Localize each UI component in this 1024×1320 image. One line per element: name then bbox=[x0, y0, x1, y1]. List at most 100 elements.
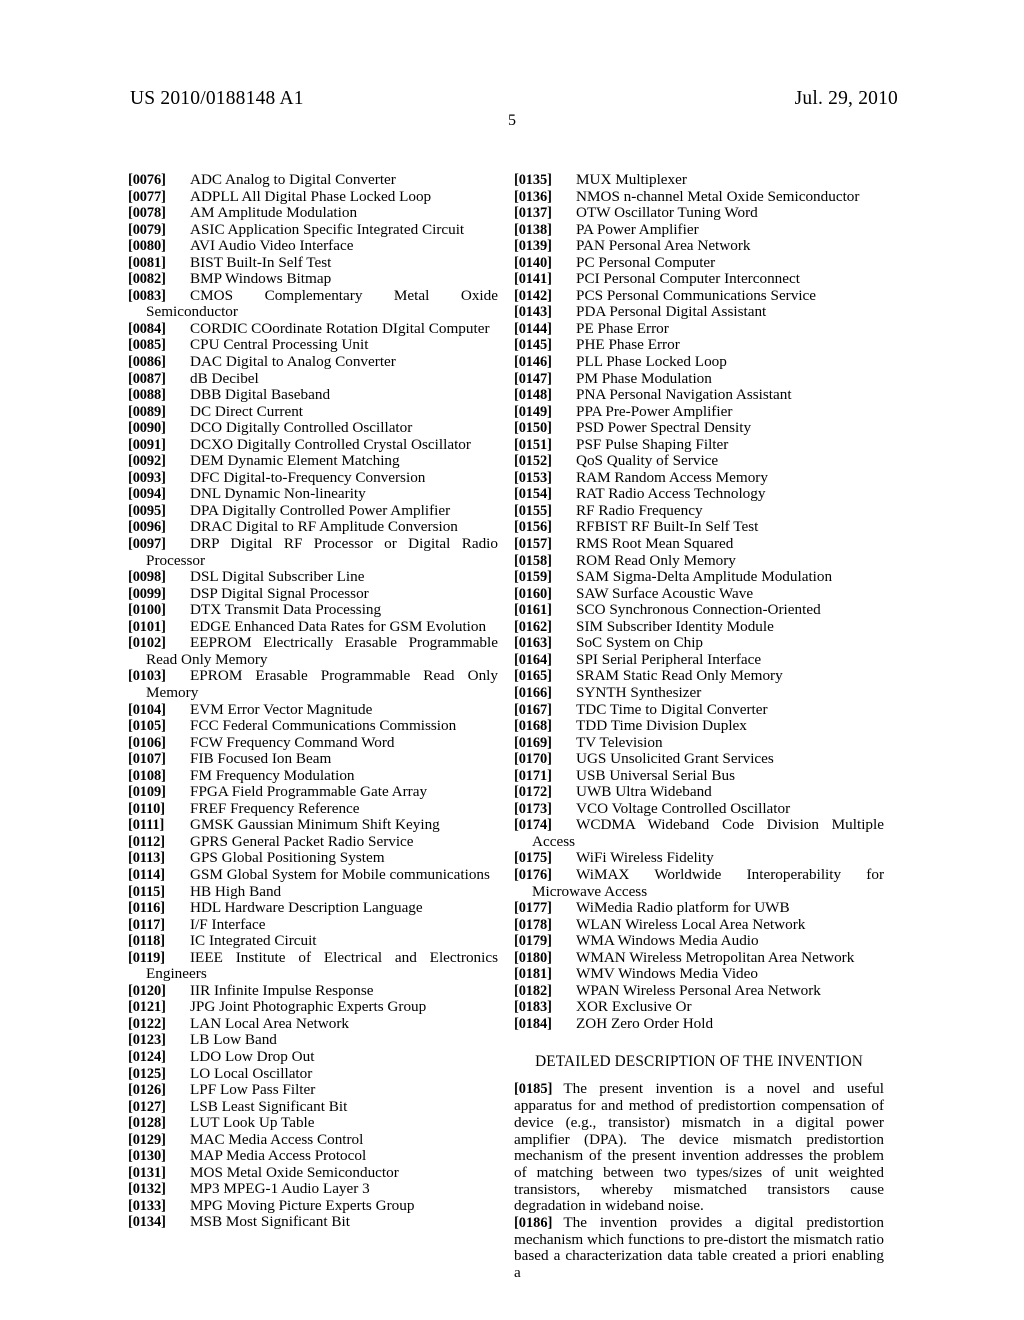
paragraph-number: [0162] bbox=[514, 618, 552, 635]
abbreviation-text: PPA Pre-Power Amplifier bbox=[576, 402, 733, 420]
abbreviation-text: DSL Digital Subscriber Line bbox=[190, 568, 365, 586]
abbreviation-text: PE Phase Error bbox=[576, 319, 669, 337]
paragraph-text: The present invention is a novel and use… bbox=[514, 1080, 884, 1215]
paragraph-number: [0148] bbox=[514, 387, 552, 404]
abbreviation-text: PLL Phase Locked Loop bbox=[576, 353, 727, 371]
abbreviation-entry: [0092] DEM Dynamic Element Matching bbox=[128, 453, 498, 470]
abbreviation-entry: [0112] GPRS General Packet Radio Service bbox=[128, 833, 498, 851]
abbreviation-entry: [0133] MPG Moving Picture Experts Group bbox=[128, 1197, 498, 1215]
abbreviation-entry: [0087] dB Decibel bbox=[128, 369, 498, 388]
abbreviation-entry: [0182] WPAN Wireless Personal Area Networ… bbox=[514, 981, 884, 1000]
abbreviation-entry: [0105] FCC Federal Communications Commiss… bbox=[128, 717, 498, 735]
abbreviation-text: MOS Metal Oxide Semiconductor bbox=[190, 1163, 399, 1181]
paragraph-number: [0150] bbox=[514, 420, 552, 437]
publication-number: US 2010/0188148 A1 bbox=[130, 88, 304, 109]
paragraph-number: [0101] bbox=[128, 618, 166, 635]
paragraph-number: [0124] bbox=[128, 1048, 166, 1065]
abbreviation-text: DFC Digital-to-Frequency Conversion bbox=[190, 468, 426, 486]
paragraph-number: [0132] bbox=[128, 1181, 166, 1198]
abbreviation-entry: [0147] PM Phase Modulation bbox=[514, 370, 884, 388]
abbreviation-text: TDC Time to Digital Converter bbox=[576, 700, 768, 718]
abbreviation-text: WPAN Wireless Personal Area Network bbox=[576, 981, 821, 999]
abbreviation-entry: [0115] HB High Band bbox=[128, 883, 498, 901]
abbreviation-text: DEM Dynamic Element Matching bbox=[190, 452, 400, 470]
abbreviation-text: ADC Analog to Digital Converter bbox=[190, 171, 396, 188]
abbreviation-entry: [0160] SAW Surface Acoustic Wave bbox=[514, 584, 884, 603]
abbreviation-text: PSD Power Spectral Density bbox=[576, 419, 752, 437]
abbreviation-text: FCW Frequency Command Word bbox=[190, 733, 395, 751]
abbreviation-text: SAW Surface Acoustic Wave bbox=[576, 584, 754, 602]
abbreviation-entry: [0088] DBB Digital Baseband bbox=[128, 387, 498, 404]
abbreviation-text: DAC Digital to Analog Converter bbox=[190, 353, 396, 371]
paragraph-number: [0103] bbox=[128, 668, 166, 685]
paragraph-number: [0106] bbox=[128, 734, 166, 751]
running-head: US 2010/0188148 A1 Jul. 29, 2010 bbox=[130, 88, 898, 110]
paragraph-number: [0084] bbox=[128, 320, 166, 337]
description-paragraph: [0186] The invention provides a digital p… bbox=[514, 1214, 884, 1282]
paragraph-number: [0129] bbox=[128, 1131, 166, 1148]
paragraph-number: [0157] bbox=[514, 536, 552, 553]
abbreviation-text: WMAN Wireless Metropolitan Area Network bbox=[576, 948, 855, 966]
abbreviation-entry: [0077] ADPLL All Digital Phase Locked Loo… bbox=[128, 188, 498, 206]
abbreviation-text: SCO Synchronous Connection-Oriented bbox=[576, 601, 821, 619]
abbreviation-text: ZOH Zero Order Hold bbox=[576, 1014, 714, 1032]
abbreviation-entry: [0120] IIR Infinite Impulse Response bbox=[128, 982, 498, 1000]
publication-date: Jul. 29, 2010 bbox=[794, 88, 898, 109]
paragraph-number: [0178] bbox=[514, 916, 552, 933]
left-column: [0076] ADC Analog to Digital Converter [00… bbox=[128, 171, 498, 1231]
abbreviation-entry: [0091] DCXO Digitally Controlled Crystal … bbox=[128, 436, 498, 454]
paragraph-number: [0147] bbox=[514, 370, 552, 387]
abbreviation-text: WMV Windows Media Video bbox=[576, 965, 758, 983]
abbreviation-entry: [0103] EPROM Erasable Programmable Read O… bbox=[128, 668, 498, 701]
paragraph-number: [0113] bbox=[128, 850, 165, 867]
paragraph-number: [0169] bbox=[514, 734, 552, 751]
paragraph-number: [0097] bbox=[128, 536, 166, 553]
abbreviation-entry: [0116] HDL Hardware Description Language bbox=[128, 900, 498, 917]
abbreviation-text: PNA Personal Navigation Assistant bbox=[576, 386, 792, 404]
paragraph-number: [0145] bbox=[514, 337, 552, 354]
paragraph-number: [0141] bbox=[514, 271, 552, 288]
abbreviation-entry: [0148] PNA Personal Navigation Assistant bbox=[514, 387, 884, 404]
abbreviation-text: EPROM Erasable Programmable Read Only Me… bbox=[146, 667, 498, 701]
paragraph-number: [0095] bbox=[128, 502, 166, 519]
abbreviation-text: RF Radio Frequency bbox=[576, 501, 703, 519]
abbreviation-list-right: [0135] MUX Multiplexer [0136] NMOS n-channe… bbox=[514, 171, 884, 1032]
abbreviation-entry: [0118] IC Integrated Circuit bbox=[128, 933, 498, 950]
abbreviation-text: PAN Personal Area Network bbox=[576, 237, 751, 255]
abbreviation-text: SAM Sigma-Delta Amplitude Modulation bbox=[576, 568, 833, 586]
abbreviation-text: DTX Transmit Data Processing bbox=[190, 601, 382, 619]
abbreviation-entry: [0137] OTW Oscillator Tuning Word bbox=[514, 205, 884, 222]
section-heading: DETAILED DESCRIPTION OF THE INVENTION bbox=[535, 1053, 863, 1071]
paragraph-number: [0092] bbox=[128, 453, 166, 470]
paragraph-number: [0079] bbox=[128, 221, 166, 238]
paragraph-number: [0130] bbox=[128, 1148, 166, 1165]
abbreviation-text: RAM Random Access Memory bbox=[576, 468, 768, 486]
paragraph-number: [0179] bbox=[514, 933, 552, 950]
abbreviation-text: dB Decibel bbox=[190, 369, 259, 387]
paragraph-number: [0105] bbox=[128, 718, 166, 735]
abbreviation-entry: [0126] LPF Low Pass Filter bbox=[128, 1082, 498, 1099]
abbreviation-text: HDL Hardware Description Language bbox=[190, 899, 423, 917]
abbreviation-entry: [0159] SAM Sigma-Delta Amplitude Modulati… bbox=[514, 569, 884, 586]
paragraph-number: [0167] bbox=[514, 701, 552, 718]
abbreviation-entry: [0130] MAP Media Access Protocol bbox=[128, 1148, 498, 1165]
paragraph-number: [0146] bbox=[514, 354, 552, 371]
abbreviation-entry: [0134] MSB Most Significant Bit bbox=[128, 1214, 498, 1231]
abbreviation-text: LPF Low Pass Filter bbox=[190, 1081, 316, 1099]
abbreviation-text: MAC Media Access Control bbox=[190, 1130, 364, 1148]
paragraph-number: [0153] bbox=[514, 469, 552, 486]
paragraph-number: [0133] bbox=[128, 1197, 166, 1214]
abbreviation-text: ROM Read Only Memory bbox=[576, 551, 736, 569]
abbreviation-entry: [0106] FCW Frequency Command Word bbox=[128, 733, 498, 752]
abbreviation-list-left: [0076] ADC Analog to Digital Converter [00… bbox=[128, 171, 498, 1231]
abbreviation-entry: [0142] PCS Personal Communications Servic… bbox=[514, 287, 884, 305]
abbreviation-entry: [0125] LO Local Oscillator bbox=[128, 1065, 498, 1083]
detailed-description-paragraphs: [0185] The present invention is a novel a… bbox=[514, 1081, 884, 1281]
abbreviation-entry: [0083] CMOS Complementary Metal Oxide Sem… bbox=[128, 287, 498, 321]
abbreviation-entry: [0095] DPA Digitally Controlled Power Amp… bbox=[128, 502, 498, 520]
paragraph-number: [0175] bbox=[514, 850, 552, 867]
abbreviation-entry: [0085] CPU Central Processing Unit bbox=[128, 337, 498, 354]
paragraph-number: [0180] bbox=[514, 949, 552, 966]
abbreviation-entry: [0100] DTX Transmit Data Processing bbox=[128, 602, 498, 619]
abbreviation-entry: [0132] MP3 MPEG-1 Audio Layer 3 bbox=[128, 1181, 498, 1198]
